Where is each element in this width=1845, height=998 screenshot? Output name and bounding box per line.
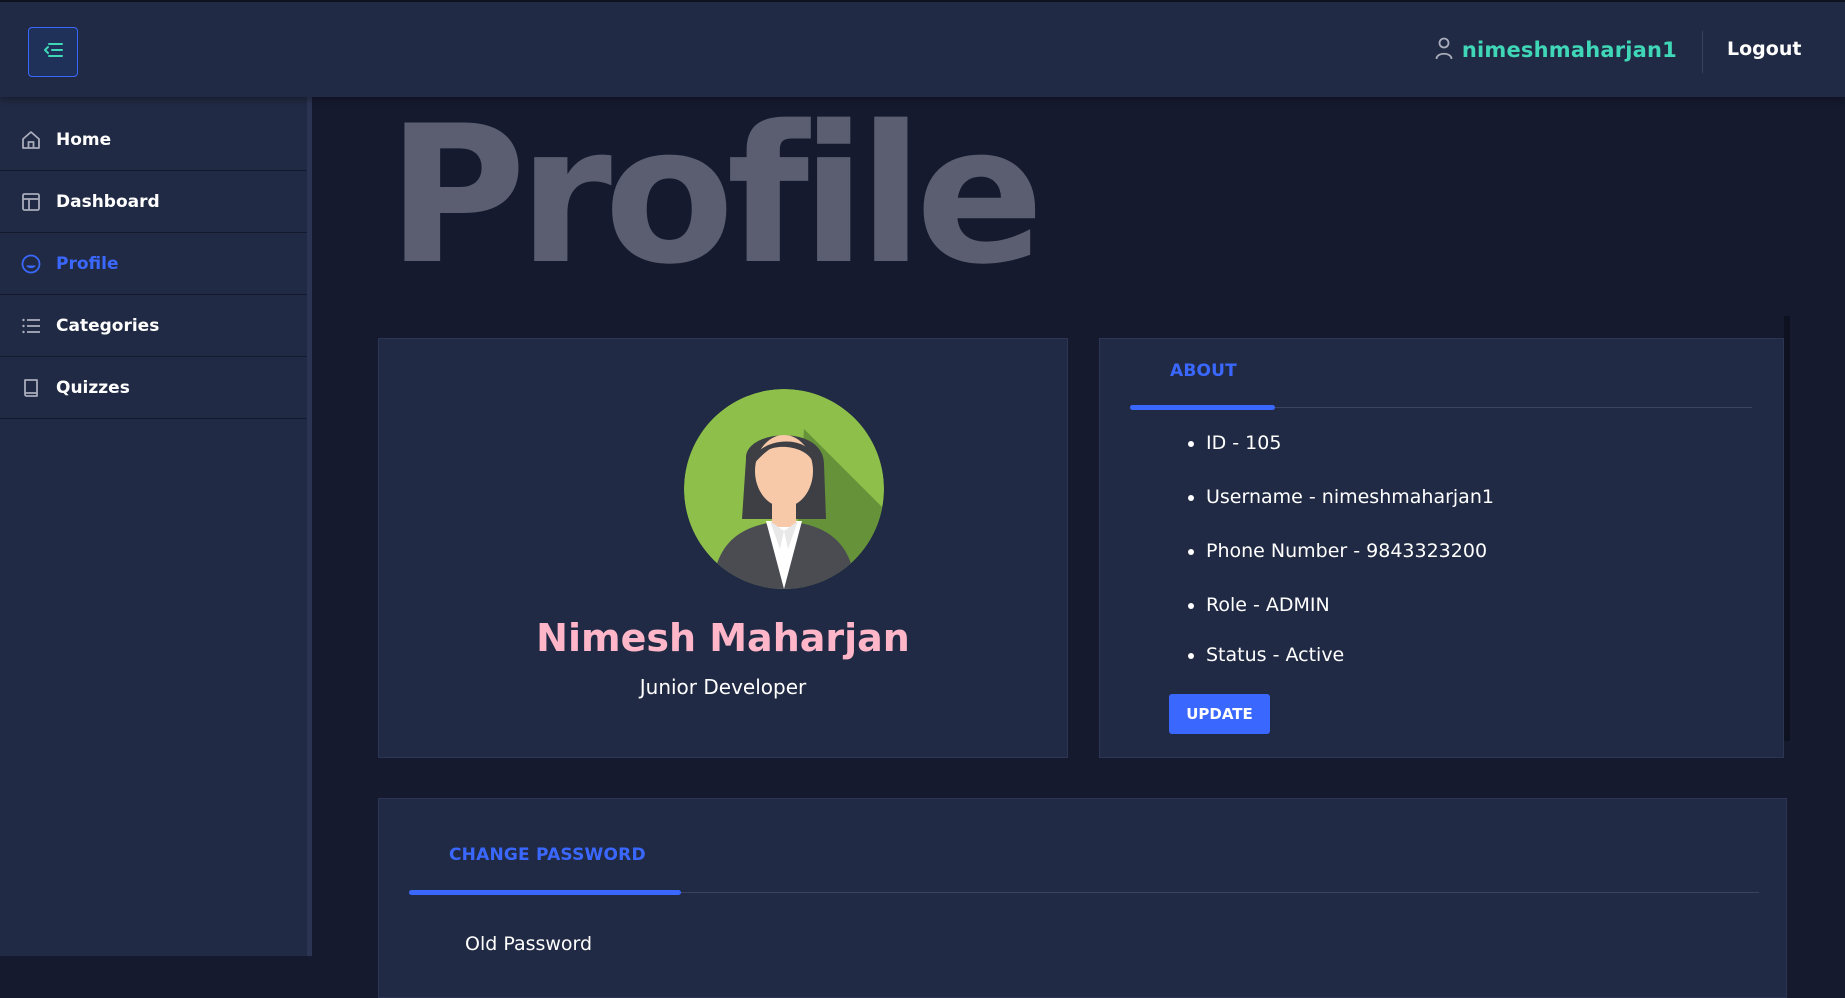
change-password-card: CHANGE PASSWORD Old Password <box>378 798 1787 998</box>
tab-change-password[interactable]: CHANGE PASSWORD <box>449 845 646 865</box>
old-password-label: Old Password <box>465 933 593 955</box>
sidebar-item-label: Categories <box>56 315 160 336</box>
header-divider <box>1702 31 1703 73</box>
menu-collapse-icon <box>42 41 64 63</box>
sidebar-item-dashboard[interactable]: Dashboard <box>0 171 307 233</box>
about-status: Status - Active <box>1206 643 1494 668</box>
about-username: Username - nimeshmaharjan1 <box>1206 485 1494 510</box>
about-id: ID - 105 <box>1206 431 1494 456</box>
dashboard-icon <box>20 191 42 213</box>
sidebar: Home Dashboard Profile Categories Quizze… <box>0 97 312 956</box>
sidebar-item-home[interactable]: Home <box>0 109 307 171</box>
sidebar-item-label: Quizzes <box>56 377 130 398</box>
about-details-list: ID - 105 Username - nimeshmaharjan1 Phon… <box>1182 431 1494 697</box>
avatar <box>684 389 884 589</box>
profile-role: Junior Developer <box>639 675 807 699</box>
list-icon <box>20 315 42 337</box>
sidebar-item-label: Profile <box>56 253 119 274</box>
tab-active-indicator <box>409 890 681 895</box>
about-scrollbar[interactable] <box>1784 316 1790 741</box>
book-icon <box>20 377 42 399</box>
sidebar-item-quizzes[interactable]: Quizzes <box>0 357 307 419</box>
about-phone: Phone Number - 9843323200 <box>1206 539 1494 564</box>
tab-active-indicator <box>1130 405 1275 410</box>
user-icon <box>1434 36 1454 64</box>
about-card: ABOUT ID - 105 Username - nimeshmaharjan… <box>1099 338 1784 758</box>
profile-name: Nimesh Maharjan <box>536 616 910 660</box>
profile-card: Nimesh Maharjan Junior Developer <box>378 338 1068 758</box>
main-content: Profile Nimesh Maharjan Junior Developer… <box>317 85 1845 998</box>
profile-icon <box>20 253 42 275</box>
header-username[interactable]: nimeshmaharjan1 <box>1462 38 1677 62</box>
menu-toggle-button[interactable] <box>28 27 78 77</box>
top-header: nimeshmaharjan1 Logout <box>0 0 1845 97</box>
user-menu[interactable]: nimeshmaharjan1 <box>1434 36 1677 64</box>
sidebar-item-categories[interactable]: Categories <box>0 295 307 357</box>
tab-about[interactable]: ABOUT <box>1170 361 1237 381</box>
update-button[interactable]: UPDATE <box>1169 694 1270 734</box>
about-role: Role - ADMIN <box>1206 593 1494 618</box>
logout-button[interactable]: Logout <box>1727 38 1801 60</box>
sidebar-item-label: Dashboard <box>56 191 160 212</box>
home-icon <box>20 129 42 151</box>
page-title: Profile <box>387 85 1044 306</box>
sidebar-item-profile[interactable]: Profile <box>0 233 307 295</box>
sidebar-item-label: Home <box>56 129 112 150</box>
